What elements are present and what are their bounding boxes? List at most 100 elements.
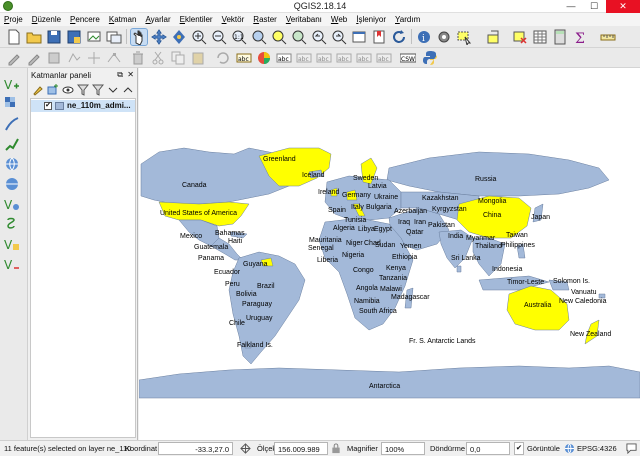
print-composer-icon[interactable] (86, 29, 102, 45)
deselect-features-icon[interactable] (512, 29, 528, 45)
attribute-table-icon[interactable] (532, 29, 548, 45)
zoom-in-icon[interactable] (191, 29, 207, 45)
zoom-last-icon[interactable] (311, 29, 327, 45)
minimize-button[interactable]: — (560, 0, 582, 13)
move-label-icon[interactable]: abc (336, 50, 352, 66)
menu-layer[interactable]: Katman (109, 15, 137, 24)
manage-themes-icon[interactable] (62, 84, 74, 96)
zoom-actual-size-icon[interactable]: 1:1 (231, 29, 247, 45)
collapse-all-icon[interactable] (122, 84, 134, 96)
new-map-view-icon[interactable] (351, 29, 367, 45)
pan-map-icon[interactable] (130, 28, 148, 46)
save-project-icon[interactable] (46, 29, 62, 45)
label-qatar: Qatar (406, 229, 424, 236)
menu-database[interactable]: Veritabanı (286, 15, 322, 24)
select-features-icon[interactable] (456, 29, 472, 45)
maximize-button[interactable]: ☐ (583, 0, 605, 13)
menu-edit[interactable]: Düzenle (32, 15, 61, 24)
add-raster-layer-icon[interactable] (4, 96, 20, 112)
add-wfs-layer-icon[interactable]: V (4, 196, 20, 212)
filter-expression-icon[interactable] (92, 84, 104, 96)
open-project-icon[interactable] (26, 29, 42, 45)
menu-plugins[interactable]: Eklentiler (180, 15, 213, 24)
measure-line-icon[interactable] (600, 29, 616, 45)
add-wcs-layer-icon[interactable] (4, 176, 20, 192)
new-shapefile-icon[interactable]: V (4, 256, 20, 272)
cut-features-icon[interactable] (150, 50, 166, 66)
node-tool-icon[interactable] (106, 50, 122, 66)
panel-close-button[interactable]: ✕ (127, 70, 134, 79)
add-feature-icon[interactable] (66, 50, 82, 66)
action-gear-icon[interactable] (436, 29, 452, 45)
zoom-to-layer-icon[interactable] (291, 29, 307, 45)
lock-scale-icon[interactable] (331, 443, 341, 454)
show-hide-labels-icon[interactable]: abc (316, 50, 332, 66)
label-indonesia: Indonesia (492, 266, 523, 273)
python-console-icon[interactable] (422, 50, 438, 66)
globe-crs-icon[interactable] (564, 443, 575, 454)
save-edits-icon[interactable] (46, 50, 62, 66)
undo-icon[interactable] (214, 50, 230, 66)
rotate-label-icon[interactable]: abc (356, 50, 372, 66)
add-wms-layer-icon[interactable] (4, 156, 20, 172)
highlight-labels-icon[interactable]: abc (296, 50, 312, 66)
render-checkbox[interactable]: ✔ (514, 442, 524, 455)
change-label-icon[interactable]: abc (376, 50, 392, 66)
menu-web[interactable]: Web (331, 15, 347, 24)
open-layer-styling-icon[interactable] (32, 84, 44, 96)
copy-features-icon[interactable] (170, 50, 186, 66)
menu-settings[interactable]: Ayarlar (145, 15, 170, 24)
layer-visibility-checkbox[interactable]: ✔ (44, 102, 52, 110)
toggle-editing-icon[interactable] (26, 50, 42, 66)
label-toolbar-icon[interactable]: abc (236, 50, 252, 66)
menu-processing[interactable]: İşleniyor (356, 15, 386, 24)
add-spatialite-layer-icon[interactable] (4, 116, 20, 132)
pin-labels-icon[interactable]: abc (276, 50, 292, 66)
save-as-icon[interactable] (66, 29, 82, 45)
messages-icon[interactable] (626, 443, 637, 454)
add-group-icon[interactable] (47, 84, 59, 96)
new-project-icon[interactable] (6, 29, 22, 45)
magnifier-field[interactable]: 100% (381, 442, 425, 455)
crs-status[interactable]: EPSG:4326 (577, 444, 617, 453)
coordinate-field[interactable]: -33.3,27.0 (158, 442, 233, 455)
diagram-options-icon[interactable] (256, 50, 272, 66)
scale-field[interactable]: 156.009.989 (274, 442, 328, 455)
menu-help[interactable]: Yardım (395, 15, 420, 24)
select-by-value-icon[interactable] (486, 29, 502, 45)
current-edits-icon[interactable] (6, 50, 22, 66)
menu-raster[interactable]: Raster (253, 15, 277, 24)
zoom-out-icon[interactable] (211, 29, 227, 45)
delete-selected-icon[interactable] (130, 50, 146, 66)
label-uruguay: Uruguay (246, 315, 273, 322)
field-calculator-icon[interactable] (552, 29, 568, 45)
add-postgis-layer-icon[interactable] (4, 136, 20, 152)
statistics-sigma-icon[interactable]: Σ (572, 29, 588, 45)
layer-item[interactable]: ✔ ne_110m_admi... (31, 100, 135, 112)
paste-features-icon[interactable] (190, 50, 206, 66)
move-feature-icon[interactable] (86, 50, 102, 66)
csw-catalog-icon[interactable]: CSW (400, 50, 416, 66)
menu-vector[interactable]: Vektör (222, 15, 245, 24)
panel-float-button[interactable]: ⧉ (117, 70, 123, 80)
new-bookmark-icon[interactable] (371, 29, 387, 45)
map-canvas[interactable]: Greenland Iceland Canada United States o… (139, 68, 640, 440)
toggle-extents-icon[interactable] (240, 443, 251, 454)
menu-project[interactable]: Proje (4, 15, 23, 24)
rotation-field[interactable]: 0,0 (466, 442, 510, 455)
add-vector-layer-icon[interactable]: V (4, 76, 20, 92)
menu-view[interactable]: Pencere (70, 15, 100, 24)
refresh-icon[interactable] (391, 29, 407, 45)
zoom-next-icon[interactable] (331, 29, 347, 45)
identify-features-icon[interactable]: i (416, 29, 432, 45)
zoom-to-selection-icon[interactable] (271, 29, 287, 45)
pan-to-selection-icon[interactable] (151, 29, 167, 45)
touch-zoom-icon[interactable] (171, 29, 187, 45)
close-button[interactable]: ✕ (606, 0, 640, 13)
filter-legend-icon[interactable] (77, 84, 89, 96)
add-delimited-text-icon[interactable] (4, 216, 20, 232)
zoom-full-icon[interactable] (251, 29, 267, 45)
add-virtual-layer-icon[interactable]: V (4, 236, 20, 252)
composer-manager-icon[interactable] (106, 29, 122, 45)
expand-all-icon[interactable] (107, 84, 119, 96)
